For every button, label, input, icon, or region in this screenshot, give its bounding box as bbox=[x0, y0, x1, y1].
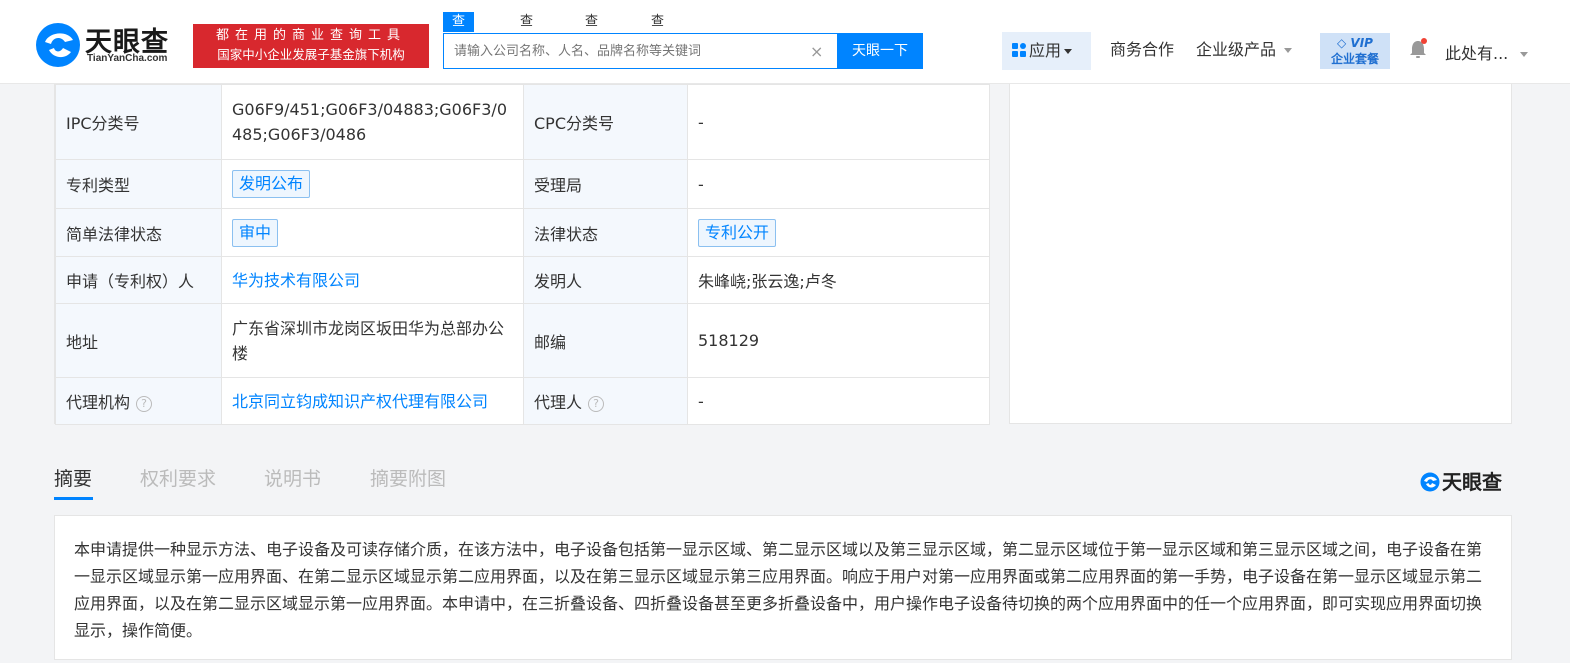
right-side-panel bbox=[1009, 84, 1512, 424]
office-value: - bbox=[687, 159, 990, 209]
ipc-value: G06F9/451;G06F3/04883;G06F3/0485;G06F3/0… bbox=[221, 84, 524, 160]
nav-enterprise-label: 企业级产品 bbox=[1196, 40, 1277, 59]
table-row: IPC分类号 G06F9/451;G06F3/04883;G06F3/0485;… bbox=[55, 84, 990, 160]
clear-icon[interactable]: × bbox=[810, 42, 823, 61]
ipc-label: IPC分类号 bbox=[55, 84, 222, 160]
table-row: 简单法律状态 审中 法律状态 专利公开 bbox=[55, 208, 990, 257]
chevron-down-icon bbox=[1064, 49, 1073, 54]
table-row: 申请（专利权）人 华为技术有限公司 发明人 朱峰峣;张云逸;卢冬 bbox=[55, 256, 990, 304]
address-label: 地址 bbox=[55, 303, 222, 378]
vip-package-label: 企业套餐 bbox=[1330, 52, 1379, 66]
search-button[interactable]: 天眼一下 bbox=[837, 33, 923, 69]
chevron-down-icon bbox=[1520, 52, 1529, 57]
inventor-label: 发明人 bbox=[523, 256, 688, 304]
patent-type-tag: 发明公布 bbox=[232, 170, 311, 198]
abstract-content: 本申请提供一种显示方法、电子设备及可读存储介质，在该方法中，电子设备包括第一显示… bbox=[54, 515, 1512, 660]
help-icon[interactable]: ? bbox=[136, 395, 153, 412]
nav-app-label: 应用 bbox=[1029, 41, 1062, 60]
nav-enterprise-products[interactable]: 企业级产品 bbox=[1196, 40, 1293, 60]
agency-label: 代理机构 bbox=[66, 393, 131, 412]
brand-watermark: 天眼查 bbox=[1420, 466, 1510, 494]
search-tab-company[interactable]: 查公司 bbox=[443, 12, 475, 69]
agency-link[interactable]: 北京同立钧成知识产权代理有限公司 bbox=[232, 392, 488, 411]
bell-icon[interactable] bbox=[1408, 38, 1428, 60]
zip-value: 518129 bbox=[687, 303, 990, 378]
address-value: 广东省深圳市龙岗区坂田华为总部办公楼 bbox=[221, 303, 524, 378]
content-tabs: 摘要 权利要求 说明书 摘要附图 天眼查 bbox=[54, 460, 1512, 502]
applicant-link[interactable]: 华为技术有限公司 bbox=[232, 271, 360, 290]
logo-mark-icon bbox=[1420, 472, 1440, 492]
agent-label: 代理人 bbox=[534, 393, 583, 412]
promo-banner[interactable]: 都在用的商业查询工具 国家中小企业发展子基金旗下机构 bbox=[193, 24, 429, 68]
vip-enterprise-package[interactable]: ◇ VIP 企业套餐 bbox=[1320, 33, 1390, 69]
applicant-label: 申请（专利权）人 bbox=[55, 256, 222, 304]
patent-type-label: 专利类型 bbox=[55, 159, 222, 209]
patent-info-table: IPC分类号 G06F9/451;G06F3/04883;G06F3/0485;… bbox=[55, 84, 990, 425]
tab-abstract-figure[interactable]: 摘要附图 bbox=[370, 464, 446, 491]
table-row: 专利类型 发明公布 受理局 - bbox=[55, 159, 990, 209]
logo-mark-icon bbox=[36, 23, 80, 67]
patent-info-card: IPC分类号 G06F9/451;G06F3/04883;G06F3/0485;… bbox=[54, 84, 990, 425]
cpc-label: CPC分类号 bbox=[523, 84, 688, 160]
active-tab-indicator bbox=[54, 497, 93, 500]
agent-value: - bbox=[687, 377, 990, 425]
inventor-value: 朱峰峣;张云逸;卢冬 bbox=[687, 256, 990, 304]
top-header: 天眼查 TianYanCha.com 都在用的商业查询工具 国家中小企业发展子基… bbox=[0, 0, 1570, 84]
grid-icon bbox=[1012, 43, 1026, 57]
logo-domain: TianYanCha.com bbox=[87, 53, 168, 64]
banner-line-2: 国家中小企业发展子基金旗下机构 bbox=[217, 47, 405, 62]
tianyancha-logo[interactable]: 天眼查 TianYanCha.com bbox=[35, 20, 185, 68]
user-menu[interactable]: 此处有... bbox=[1445, 40, 1529, 64]
search-tab-risk[interactable]: 查风险 bbox=[651, 12, 664, 69]
tab-abstract[interactable]: 摘要 bbox=[54, 464, 92, 491]
user-name: 此处有... bbox=[1445, 44, 1509, 63]
search-tab-relation[interactable]: 查关系 bbox=[585, 12, 598, 69]
table-row: 代理机构? 北京同立钧成知识产权代理有限公司 代理人? - bbox=[55, 377, 990, 425]
legal-status-label: 法律状态 bbox=[523, 208, 688, 257]
search-box: × 天眼一下 bbox=[443, 33, 923, 69]
tab-description[interactable]: 说明书 bbox=[264, 464, 321, 491]
chevron-down-icon bbox=[1284, 48, 1293, 53]
table-row: 地址 广东省深圳市龙岗区坂田华为总部办公楼 邮编 518129 bbox=[55, 303, 990, 378]
nav-app-menu[interactable]: 应用 bbox=[1002, 32, 1091, 70]
tab-claims[interactable]: 权利要求 bbox=[140, 464, 216, 491]
search-tab-boss[interactable]: 查老板 bbox=[520, 12, 533, 69]
help-icon[interactable]: ? bbox=[588, 395, 605, 412]
cpc-value: - bbox=[687, 84, 990, 160]
zip-label: 邮编 bbox=[523, 303, 688, 378]
banner-line-1: 都在用的商业查询工具 bbox=[215, 28, 406, 43]
search-input[interactable] bbox=[444, 34, 834, 68]
nav-business-cooperation[interactable]: 商务合作 bbox=[1110, 40, 1174, 60]
office-label: 受理局 bbox=[523, 159, 688, 209]
diamond-icon: ◇ bbox=[1337, 36, 1351, 50]
simple-status-label: 简单法律状态 bbox=[55, 208, 222, 257]
vip-label: ◇ VIP bbox=[1337, 36, 1373, 50]
brand-text: 天眼查 bbox=[1442, 470, 1502, 494]
legal-status-tag: 专利公开 bbox=[698, 218, 777, 247]
simple-status-tag: 审中 bbox=[232, 218, 279, 247]
